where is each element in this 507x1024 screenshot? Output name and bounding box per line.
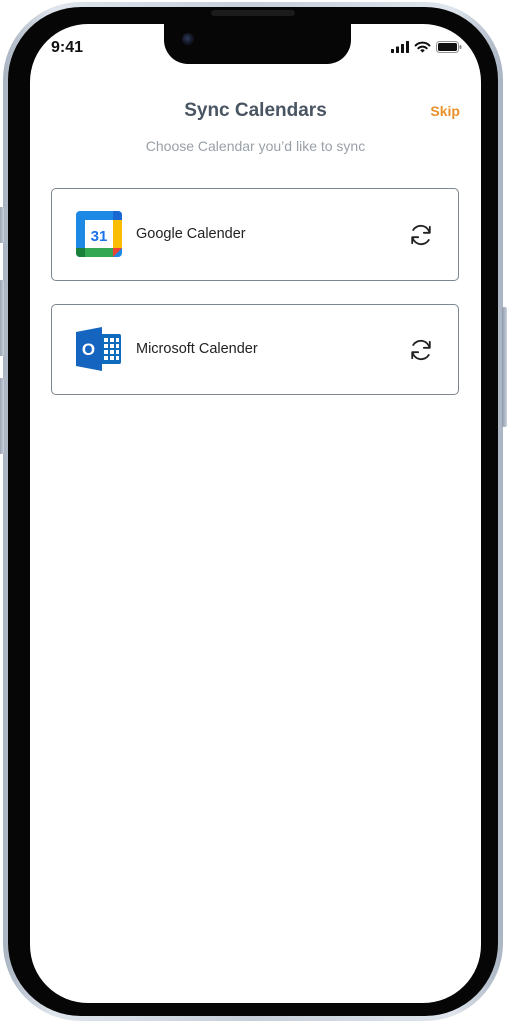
notch	[164, 24, 351, 64]
status-time: 9:41	[51, 39, 84, 56]
front-camera	[182, 33, 194, 45]
sync-icon[interactable]	[408, 337, 434, 363]
microsoft-calendar-label: Microsoft Calender	[136, 341, 258, 357]
outlook-logo-text: O	[82, 340, 95, 359]
cellular-signal-icon	[391, 41, 409, 53]
status-icons	[391, 41, 462, 53]
earpiece-speaker	[211, 10, 295, 16]
page-subtitle: Choose Calendar you’d like to sync	[145, 138, 366, 154]
google-calendar-logo-icon: 31	[76, 211, 122, 257]
skip-button[interactable]: Skip	[430, 103, 460, 119]
page-title: Sync Calendars	[184, 100, 327, 121]
screen: 9:41 Sync Calendars Skip Choose Calendar…	[30, 24, 481, 1003]
silent-switch	[0, 207, 4, 243]
google-calendar-logo-text: 31	[91, 228, 108, 245]
power-button	[502, 307, 507, 427]
phone-frame: 9:41 Sync Calendars Skip Choose Calendar…	[0, 2, 507, 1021]
volume-down-button	[0, 378, 4, 454]
volume-up-button	[0, 280, 4, 356]
wifi-icon	[414, 41, 431, 53]
google-calendar-label: Google Calender	[136, 226, 246, 242]
outlook-logo-icon: O	[76, 327, 121, 371]
battery-icon	[436, 41, 462, 53]
google-calendar-card[interactable]: 31 Google Calender	[51, 188, 459, 281]
sync-icon[interactable]	[408, 222, 434, 248]
microsoft-calendar-card[interactable]: O Microsoft Calender	[51, 304, 459, 395]
